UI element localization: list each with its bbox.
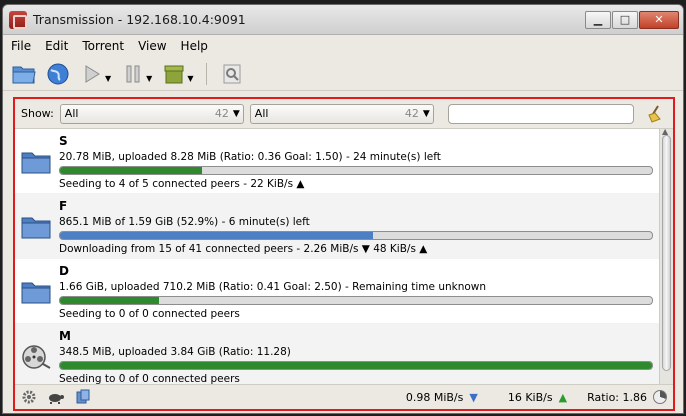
torrent-row[interactable]: M 348.5 MiB, uploaded 3.84 GiB (Ratio: 11… <box>15 324 659 384</box>
title-bar: Transmission - 192.168.10.4:9091 ▁ □ ✕ <box>3 5 683 35</box>
toolbar: ▼ ▼ ▼ <box>3 57 683 91</box>
film-reel-icon <box>21 344 51 370</box>
open-url-button[interactable] <box>43 60 73 88</box>
pause-icon <box>126 65 140 82</box>
scrollbar-thumb[interactable] <box>662 135 671 371</box>
status-filter-value: All <box>64 107 79 120</box>
tracker-filter-count: 42 <box>404 107 419 120</box>
torrent-name: F <box>59 199 68 213</box>
torrent-progress-bar <box>59 296 653 305</box>
chevron-down-icon: ▼ <box>422 108 430 119</box>
folder-icon <box>21 214 51 240</box>
show-label: Show: <box>21 107 54 120</box>
maximize-button[interactable]: □ <box>612 10 638 29</box>
folder-icon <box>21 149 51 175</box>
torrent-row[interactable]: F 865.1 MiB of 1.59 GiB (52.9%) - 6 minut… <box>15 194 659 259</box>
torrent-panel: Show: All 42 ▼ All 42 ▼ S 20.78 MiB, uplo… <box>13 97 675 411</box>
scrollbar[interactable]: ▲ <box>659 127 673 384</box>
status-filter-count: 42 <box>214 107 229 120</box>
toolbar-separator <box>206 62 208 85</box>
menu-help[interactable]: Help <box>181 39 208 53</box>
chevron-down-icon: ▼ <box>232 108 240 119</box>
torrent-progress-bar <box>59 231 653 240</box>
globe-icon <box>47 63 69 84</box>
torrent-row[interactable]: D 1.66 GiB, uploaded 710.2 MiB (Ratio: 0.… <box>15 259 659 324</box>
folder-open-icon <box>12 66 36 83</box>
close-button[interactable]: ✕ <box>639 10 679 29</box>
window-controls: ▁ □ ✕ <box>585 10 679 29</box>
chevron-down-icon[interactable]: ▼ <box>105 74 111 83</box>
transfer-summary: 0.98 MiB/s ▼ 16 KiB/s ▲ Ratio: 1.86 <box>406 390 673 404</box>
folder-icon <box>21 279 51 305</box>
torrent-progress-bar <box>59 361 653 370</box>
remove-button[interactable]: ▼ <box>159 60 196 88</box>
torrent-name: M <box>59 329 71 343</box>
torrent-progress-bar <box>59 166 653 175</box>
torrent-name: D <box>59 264 69 278</box>
search-input[interactable] <box>447 103 634 124</box>
properties-button[interactable] <box>217 60 247 88</box>
magnifier-icon <box>223 64 241 83</box>
clear-search-icon[interactable] <box>646 104 664 123</box>
play-icon <box>85 64 100 83</box>
chevron-down-icon[interactable]: ▼ <box>187 74 193 83</box>
torrent-list[interactable]: S 20.78 MiB, uploaded 8.28 MiB (Ratio: 0.… <box>15 129 659 384</box>
torrent-status-text: Downloading from 15 of 41 connected peer… <box>59 243 428 255</box>
progress-fill <box>60 167 203 174</box>
torrent-progress-text: 20.78 MiB, uploaded 8.28 MiB (Ratio: 0.3… <box>59 151 441 163</box>
chevron-down-icon[interactable]: ▼ <box>146 74 152 83</box>
menu-torrent[interactable]: Torrent <box>82 39 124 53</box>
torrent-progress-text: 865.1 MiB of 1.59 GiB (52.9%) - 6 minute… <box>59 216 310 228</box>
torrent-status-text: Seeding to 4 of 5 connected peers - 22 K… <box>59 178 305 190</box>
window-title: Transmission - 192.168.10.4:9091 <box>33 12 246 27</box>
progress-fill <box>60 362 652 369</box>
turtle-icon[interactable] <box>47 390 65 404</box>
torrent-status-text: Seeding to 0 of 0 connected peers <box>59 373 240 384</box>
start-button[interactable]: ▼ <box>77 60 114 88</box>
upload-speed: 16 KiB/s <box>507 390 553 404</box>
trash-icon <box>164 65 184 83</box>
tracker-filter-select[interactable]: All 42 ▼ <box>249 103 434 124</box>
pause-button[interactable]: ▼ <box>118 60 155 88</box>
gear-icon[interactable] <box>21 389 37 405</box>
status-filter-select[interactable]: All 42 ▼ <box>59 103 244 124</box>
ratio-text: Ratio: 1.86 <box>587 390 647 404</box>
menu-file[interactable]: File <box>11 39 31 53</box>
download-speed: 0.98 MiB/s <box>405 390 464 404</box>
progress-fill <box>60 297 159 304</box>
torrent-status-text: Seeding to 0 of 0 connected peers <box>59 308 240 320</box>
torrent-row[interactable]: S 20.78 MiB, uploaded 8.28 MiB (Ratio: 0.… <box>15 129 659 194</box>
statistics-icon[interactable] <box>75 389 91 405</box>
filter-bar: Show: All 42 ▼ All 42 ▼ <box>15 99 673 129</box>
menu-bar: File Edit Torrent View Help <box>3 35 683 57</box>
arrow-down-icon: ▼ <box>469 390 478 404</box>
transmission-window: Transmission - 192.168.10.4:9091 ▁ □ ✕ F… <box>2 4 684 414</box>
torrent-name: S <box>59 134 68 148</box>
arrow-up-icon: ▲ <box>558 390 568 404</box>
transmission-app-icon <box>9 10 27 29</box>
torrent-progress-text: 1.66 GiB, uploaded 710.2 MiB (Ratio: 0.4… <box>59 281 487 293</box>
status-bar: 0.98 MiB/s ▼ 16 KiB/s ▲ Ratio: 1.86 <box>15 384 673 409</box>
open-torrent-button[interactable] <box>9 60 39 88</box>
menu-view[interactable]: View <box>138 39 166 53</box>
menu-edit[interactable]: Edit <box>45 39 68 53</box>
torrent-progress-text: 348.5 MiB, uploaded 3.84 GiB (Ratio: 11.… <box>59 346 291 358</box>
progress-fill <box>60 232 374 239</box>
ratio-mode-icon[interactable] <box>653 390 667 404</box>
tracker-filter-value: All <box>254 107 269 120</box>
minimize-button[interactable]: ▁ <box>585 10 611 29</box>
